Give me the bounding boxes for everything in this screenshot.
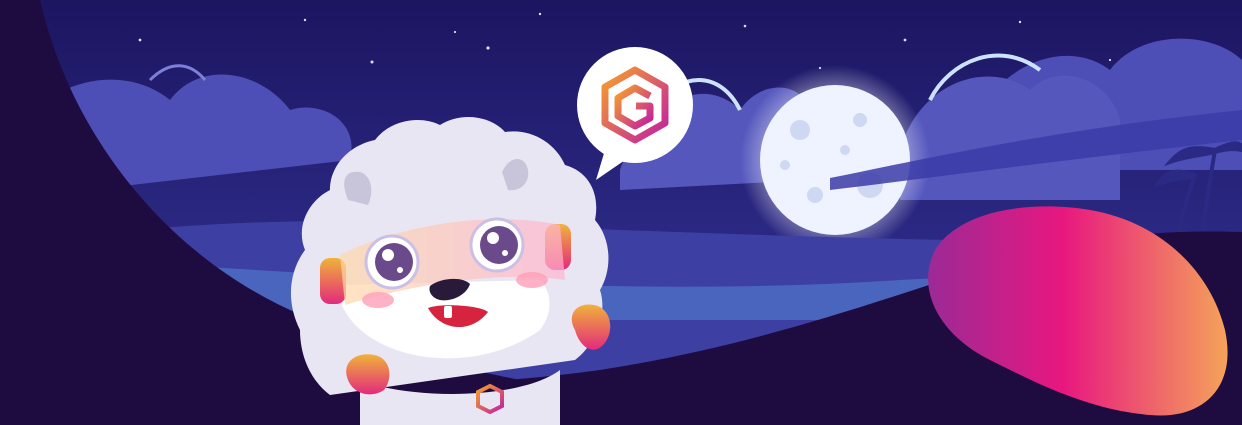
- mascot-cheek-right: [516, 272, 548, 288]
- mascot-tooth: [444, 306, 452, 318]
- banner-illustration: [0, 0, 1242, 425]
- hero-banner: [0, 0, 1242, 425]
- mascot-cheek-left: [362, 292, 394, 308]
- full-moon-icon: [760, 85, 910, 235]
